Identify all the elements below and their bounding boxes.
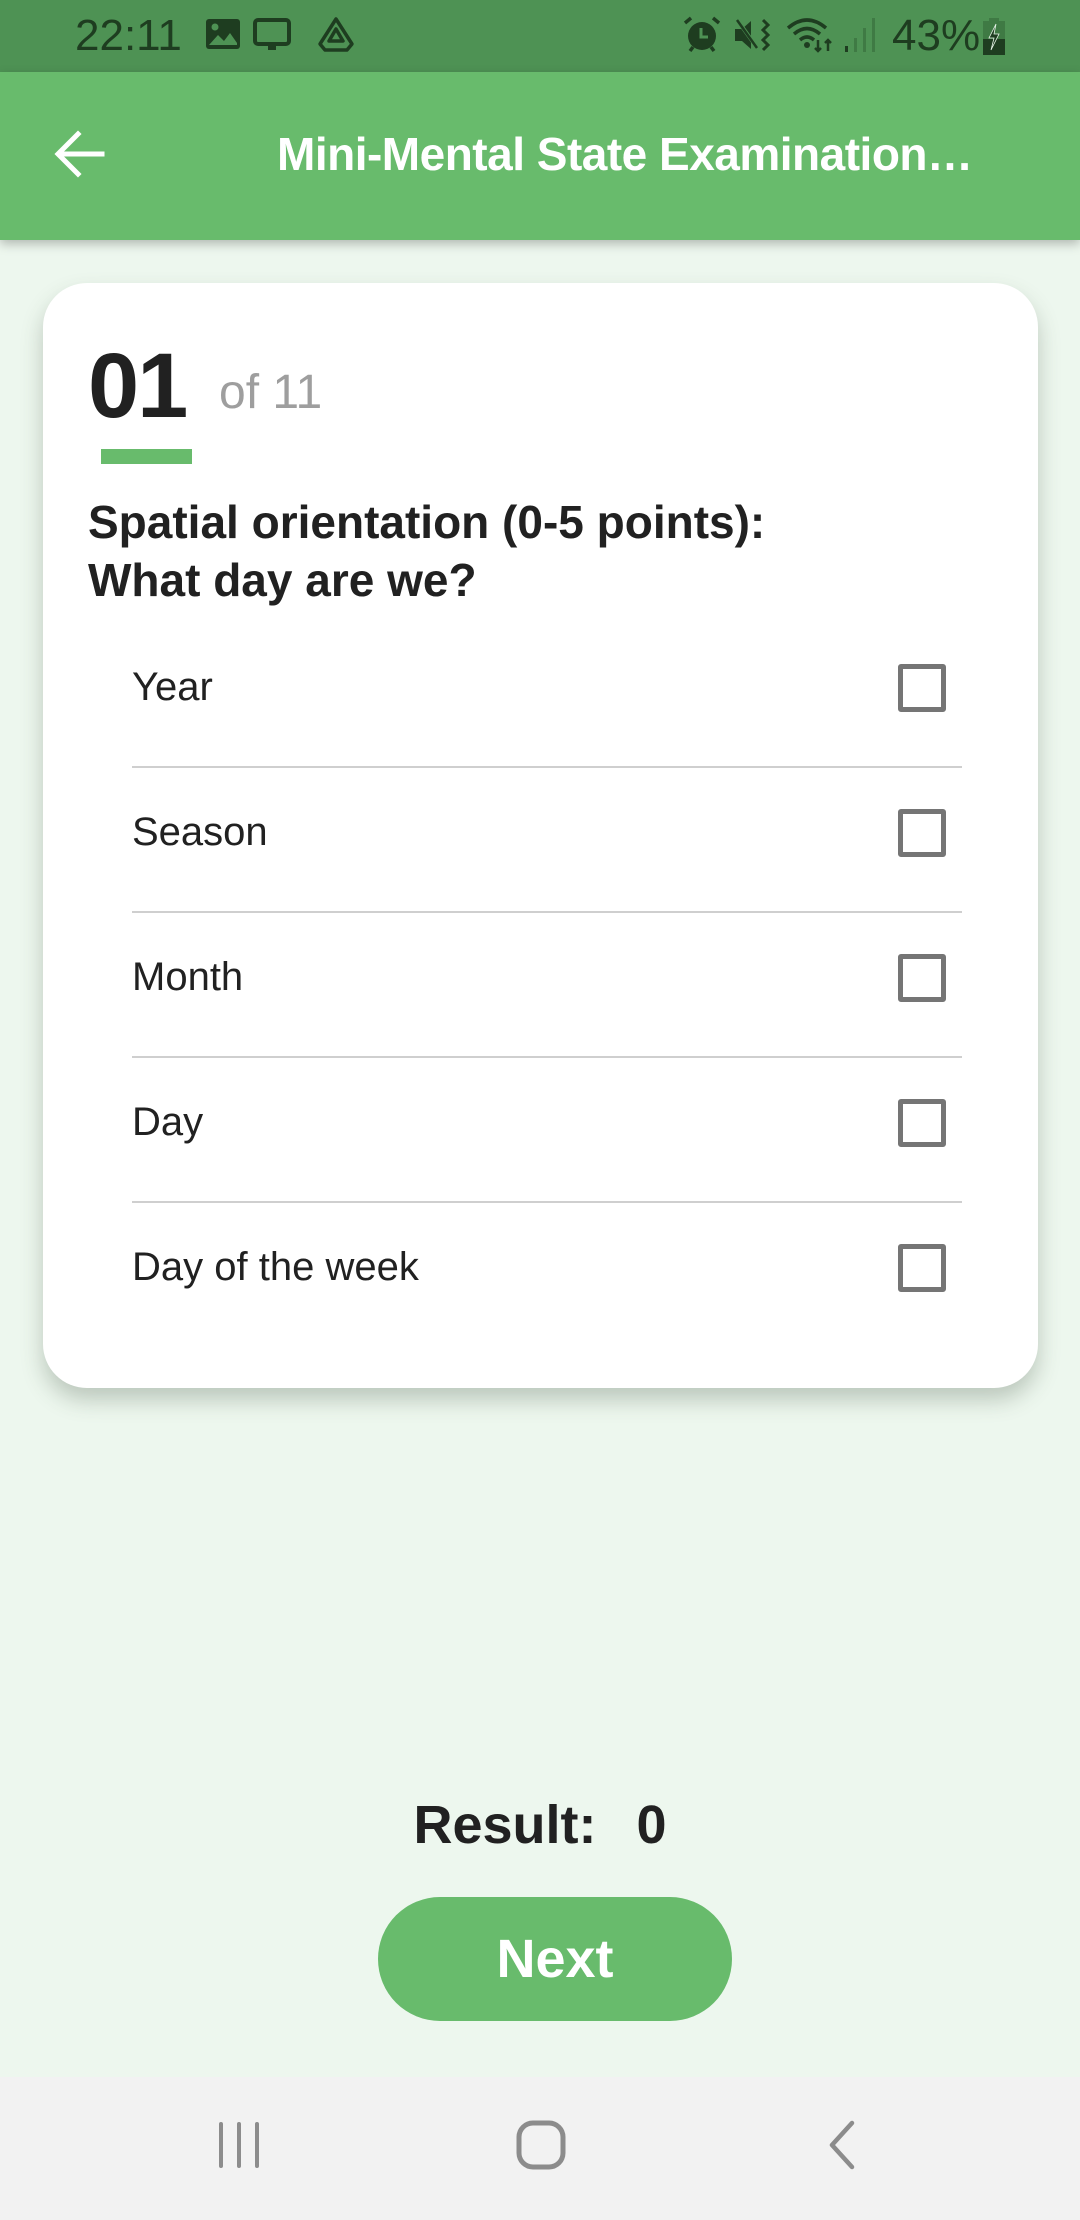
home-icon <box>515 2119 567 2176</box>
option-checkbox[interactable] <box>898 663 946 712</box>
question-number-underline <box>101 449 192 464</box>
arrow-left-icon <box>52 126 108 187</box>
result-label: Result: <box>413 1795 597 1855</box>
status-bar: 22:11 43% <box>0 0 1080 72</box>
option-checkbox[interactable] <box>898 1098 946 1147</box>
screen-cast-icon <box>252 16 292 57</box>
question-number: 01 <box>88 335 188 437</box>
result-value: 0 <box>636 1795 667 1855</box>
option-season[interactable]: Season <box>132 768 962 913</box>
gallery-icon <box>205 16 241 57</box>
question-text-line1: Spatial orientation (0-5 points): <box>88 496 766 548</box>
back-icon <box>822 2119 862 2176</box>
app-bar: Mini-Mental State Examination… <box>0 72 1080 240</box>
option-label: Season <box>132 810 268 854</box>
option-day-of-week[interactable]: Day of the week <box>132 1203 962 1346</box>
option-checkbox[interactable] <box>898 1243 946 1292</box>
system-back-button[interactable] <box>782 2107 902 2187</box>
question-text: Spatial orientation (0-5 points): What d… <box>88 493 988 609</box>
question-card: 01 of 11 Spatial orientation (0-5 points… <box>43 283 1038 1388</box>
options-list: Year Season Month Day Day of the week <box>132 623 962 1346</box>
option-year[interactable]: Year <box>132 623 962 768</box>
option-checkbox[interactable] <box>898 953 946 1002</box>
recents-button[interactable] <box>179 2107 299 2187</box>
alarm-icon <box>682 16 722 59</box>
drive-icon <box>317 16 355 57</box>
question-text-line2: What day are we? <box>88 554 477 606</box>
option-label: Day of the week <box>132 1245 419 1289</box>
option-label: Day <box>132 1100 204 1144</box>
battery-percent: 43% <box>892 11 981 60</box>
battery-charging-icon <box>982 18 1006 61</box>
recents-icon <box>214 2120 264 2175</box>
page-title: Mini-Mental State Examination… <box>277 128 973 180</box>
option-checkbox[interactable] <box>898 808 946 857</box>
vibrate-mute-icon <box>733 16 773 59</box>
status-time: 22:11 <box>75 11 182 60</box>
option-day[interactable]: Day <box>132 1058 962 1203</box>
next-button[interactable]: Next <box>378 1897 732 2021</box>
option-label: Year <box>132 665 213 709</box>
system-nav-bar <box>0 2077 1080 2220</box>
signal-icon <box>843 16 879 59</box>
question-total: of 11 <box>219 366 323 419</box>
back-button[interactable] <box>40 116 120 196</box>
option-month[interactable]: Month <box>132 913 962 1058</box>
option-label: Month <box>132 955 244 999</box>
result-display: Result: 0 <box>0 1790 1080 1860</box>
wifi-icon <box>786 16 836 59</box>
home-button[interactable] <box>481 2107 601 2187</box>
